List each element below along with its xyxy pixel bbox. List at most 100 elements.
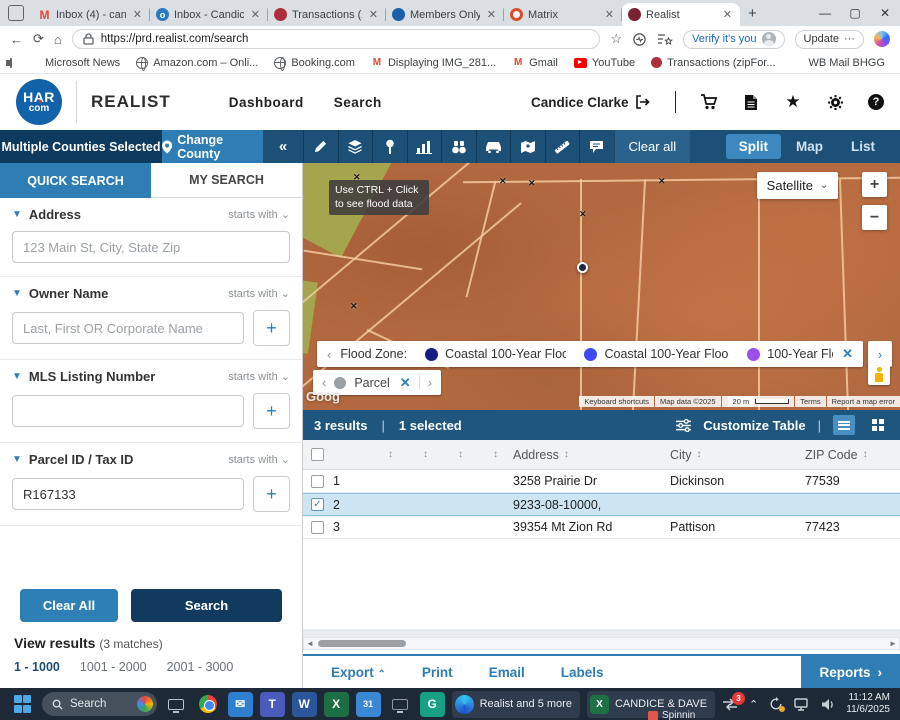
document-icon[interactable] — [742, 93, 760, 111]
clear-all-button[interactable]: Clear All — [20, 589, 118, 622]
table-row[interactable]: 3 39354 Mt Zion Rd Pattison 77423 — [303, 516, 900, 539]
taskbar-goto-icon[interactable]: G — [419, 691, 445, 717]
zoom-in-button[interactable]: + — [862, 172, 887, 197]
parcel-prev-icon[interactable]: ‹ — [322, 375, 326, 390]
table-row-selected[interactable]: ✓ 2 9233-08-10000, — [303, 493, 900, 516]
window-minimize-button[interactable]: — — [810, 6, 840, 20]
help-icon[interactable]: ? — [868, 94, 884, 110]
chevron-down-icon[interactable]: ▼ — [12, 209, 22, 220]
browser-essentials-icon[interactable] — [632, 32, 647, 47]
update-button[interactable]: Update ··· — [794, 29, 864, 49]
taskbar-edge-group[interactable]: Realist and 5 more — [451, 690, 580, 718]
sidebar-panel-icon[interactable] — [6, 57, 12, 68]
nav-search[interactable]: Search — [334, 95, 382, 110]
browser-tab[interactable]: Transactions (zipFor ✕ — [268, 3, 386, 26]
browser-tab[interactable]: o Inbox - Candice Cla ✕ — [150, 3, 268, 26]
grid-view-icon[interactable] — [867, 415, 889, 435]
sort-column[interactable]: ↕ — [478, 449, 513, 460]
browser-tab[interactable]: M Inbox (4) - candicew ✕ — [32, 3, 150, 26]
terms-link[interactable]: Terms — [795, 396, 826, 407]
scroll-right-icon[interactable]: ► — [887, 639, 899, 648]
taskbar-word-icon[interactable]: W — [291, 691, 317, 717]
start-button[interactable] — [10, 692, 35, 717]
chart-tool-icon[interactable] — [406, 130, 442, 163]
new-tab-button[interactable]: + — [748, 5, 757, 22]
row-checkbox-checked[interactable]: ✓ — [311, 498, 324, 511]
browser-tab[interactable]: Members Only Area ✕ — [386, 3, 504, 26]
export-button[interactable]: Export ⌃ — [331, 665, 386, 680]
chevron-down-icon[interactable]: ▼ — [12, 454, 22, 465]
operator-dropdown[interactable]: starts with ⌄ — [228, 453, 290, 466]
tab-quick-search[interactable]: QUICK SEARCH — [0, 163, 151, 198]
tab-search-icon[interactable] — [8, 5, 24, 21]
property-marker[interactable] — [577, 262, 588, 273]
taskbar-excel-icon[interactable]: X — [323, 691, 349, 717]
star-icon[interactable]: ★ — [784, 92, 802, 111]
taskbar-teams-icon[interactable]: T — [259, 691, 285, 717]
operator-dropdown[interactable]: starts with ⌄ — [228, 287, 290, 300]
favorites-bar-icon[interactable] — [657, 32, 673, 46]
owner-name-input[interactable] — [12, 312, 244, 344]
legend-prev-icon[interactable]: ‹ — [327, 347, 331, 362]
labels-button[interactable]: Labels — [561, 665, 604, 680]
bookmark-item[interactable]: Transactions (zipFor... — [651, 57, 776, 69]
parcel-close-icon[interactable]: ✕ — [400, 375, 411, 391]
bookmark-item[interactable]: Microsoft News — [28, 57, 120, 69]
draw-tool-icon[interactable] — [303, 130, 338, 163]
add-criteria-button[interactable]: + — [253, 476, 290, 512]
collapse-sidebar-icon[interactable]: « — [263, 130, 303, 163]
bookmark-item[interactable]: Amazon.com – Onli... — [136, 56, 258, 71]
tray-network-icon[interactable] — [794, 697, 810, 711]
tab-close-icon[interactable]: ✕ — [603, 8, 616, 21]
email-button[interactable]: Email — [489, 665, 525, 680]
pegman-icon[interactable] — [868, 363, 890, 385]
tray-sync-icon[interactable] — [769, 697, 786, 712]
nav-dashboard[interactable]: Dashboard — [229, 95, 304, 110]
verify-profile-button[interactable]: Verify it's you — [683, 29, 785, 49]
taskbar-laptop-icon[interactable] — [388, 692, 413, 717]
row-checkbox[interactable] — [311, 520, 324, 534]
scrollbar-thumb[interactable] — [318, 640, 406, 647]
ruler-tool-icon[interactable] — [544, 130, 580, 163]
satellite-dropdown[interactable]: Satellite ⌄ — [757, 172, 838, 199]
add-criteria-button[interactable]: + — [253, 393, 290, 429]
table-row[interactable]: 1 3258 Prairie Dr Dickinson 77539 — [303, 470, 900, 493]
back-icon[interactable]: ← — [10, 32, 23, 47]
favorite-star-icon[interactable]: ☆ — [610, 31, 622, 47]
bookmark-item[interactable]: Booking.com — [274, 56, 355, 71]
view-list-button[interactable]: List — [838, 134, 888, 159]
bookmark-item[interactable]: M Displaying IMG_281... — [371, 57, 496, 69]
customize-table-button[interactable]: Customize Table — [703, 418, 805, 433]
column-zip[interactable]: ZIP Code ↕ — [805, 448, 900, 462]
bookmark-item[interactable]: YouTube — [573, 57, 635, 69]
print-button[interactable]: Print — [422, 665, 453, 680]
page-range-1[interactable]: 1 - 1000 — [14, 660, 60, 674]
operator-dropdown[interactable]: starts with ⌄ — [228, 370, 290, 383]
window-close-button[interactable]: ✕ — [870, 6, 900, 20]
tab-close-icon[interactable]: ✕ — [721, 8, 734, 21]
browser-tab[interactable]: Matrix ✕ — [504, 3, 622, 26]
url-input[interactable]: https://prd.realist.com/search — [71, 29, 601, 49]
zoom-out-button[interactable]: − — [862, 205, 887, 230]
refresh-icon[interactable]: ⟳ — [33, 31, 44, 47]
column-city[interactable]: City ↕ — [670, 448, 805, 462]
column-address[interactable]: Address ↕ — [513, 448, 670, 462]
keyboard-shortcuts-link[interactable]: Keyboard shortcuts — [579, 396, 654, 407]
operator-dropdown[interactable]: starts with ⌄ — [228, 208, 290, 221]
page-range-3[interactable]: 2001 - 3000 — [167, 660, 234, 674]
add-criteria-button[interactable]: + — [253, 310, 290, 346]
sort-column[interactable]: ↕ — [443, 449, 478, 460]
browser-tab-active[interactable]: Realist ✕ — [622, 3, 740, 26]
bookmark-item[interactable]: WB Mail BHGG — [792, 57, 885, 69]
change-county-button[interactable]: Change County — [162, 130, 263, 163]
clear-all-button[interactable]: Clear all — [613, 130, 691, 163]
reports-button[interactable]: Reports › — [801, 655, 900, 689]
taskbar-search[interactable]: Search — [42, 692, 157, 716]
mls-number-input[interactable] — [12, 395, 244, 427]
legend-close-icon[interactable]: ✕ — [842, 346, 853, 362]
chevron-down-icon[interactable]: ▼ — [12, 371, 22, 382]
tab-close-icon[interactable]: ✕ — [249, 8, 262, 21]
taskbar-clock[interactable]: 11:12 AM 11/6/2025 — [846, 692, 890, 717]
tab-close-icon[interactable]: ✕ — [367, 8, 380, 21]
customize-sliders-icon[interactable] — [676, 418, 692, 432]
